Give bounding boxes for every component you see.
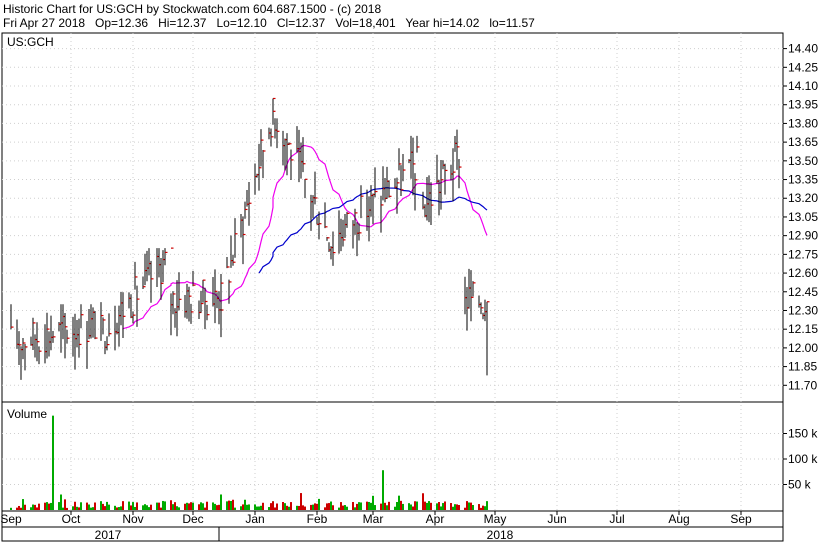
month-label: Aug xyxy=(668,512,689,526)
price-tick-label: 14.10 xyxy=(788,79,818,93)
price-tick-label: 14.25 xyxy=(788,60,818,74)
month-label: May xyxy=(484,512,507,526)
axis-labels: 14.40 14.25 14.10 13.95 13.80 13.65 13.50 13.35… xyxy=(0,42,818,542)
price-tick-label: 12.90 xyxy=(788,229,818,243)
moving-averages xyxy=(122,144,488,330)
month-label: Nov xyxy=(122,512,143,526)
price-tick-label: 13.05 xyxy=(788,210,818,224)
price-tick-label: 13.20 xyxy=(788,191,818,205)
month-label: Feb xyxy=(307,512,328,526)
price-tick-label: 11.85 xyxy=(788,360,817,374)
price-tick-label: 13.80 xyxy=(788,116,818,130)
price-tick-label: 12.00 xyxy=(788,341,818,355)
price-tick-label: 13.50 xyxy=(788,154,818,168)
price-tick-label: 13.95 xyxy=(788,98,818,112)
volume-tick-label: 50 k xyxy=(788,478,812,492)
plot-border xyxy=(1,32,784,542)
price-tick-label: 11.70 xyxy=(788,378,817,392)
price-tick-label: 13.65 xyxy=(788,135,818,149)
month-label: Jan xyxy=(245,512,264,526)
symbol-label: US:GCH xyxy=(7,35,54,49)
month-label: Dec xyxy=(182,512,203,526)
month-label: Jul xyxy=(609,512,624,526)
price-tick-label: 13.35 xyxy=(788,173,818,187)
chart-canvas: 14.40 14.25 14.10 13.95 13.80 13.65 13.50 13.35… xyxy=(0,32,818,542)
ma-short-line xyxy=(122,144,488,330)
month-label: Mar xyxy=(363,512,384,526)
chart-frame xyxy=(1,32,784,542)
price-tick-label: 12.30 xyxy=(788,303,818,317)
price-tick-label: 12.60 xyxy=(788,266,818,280)
month-label: Jun xyxy=(547,512,566,526)
year-label: 2018 xyxy=(487,528,514,542)
month-label: Oct xyxy=(62,512,81,526)
volume-label: Volume xyxy=(7,407,47,421)
price-tick-label: 12.75 xyxy=(788,247,818,261)
price-bars xyxy=(10,97,490,380)
month-label: Sep xyxy=(0,512,22,526)
month-label: Sep xyxy=(730,512,752,526)
volume-bars xyxy=(10,415,488,510)
grid-lines xyxy=(2,33,787,515)
price-tick-label: 14.40 xyxy=(788,42,818,56)
month-label: Apr xyxy=(426,512,445,526)
year-label: 2017 xyxy=(95,528,122,542)
volume-tick-label: 150 k xyxy=(788,427,818,441)
price-tick-label: 12.15 xyxy=(788,322,818,336)
volume-tick-label: 100 k xyxy=(788,452,818,466)
price-tick-label: 12.45 xyxy=(788,285,818,299)
